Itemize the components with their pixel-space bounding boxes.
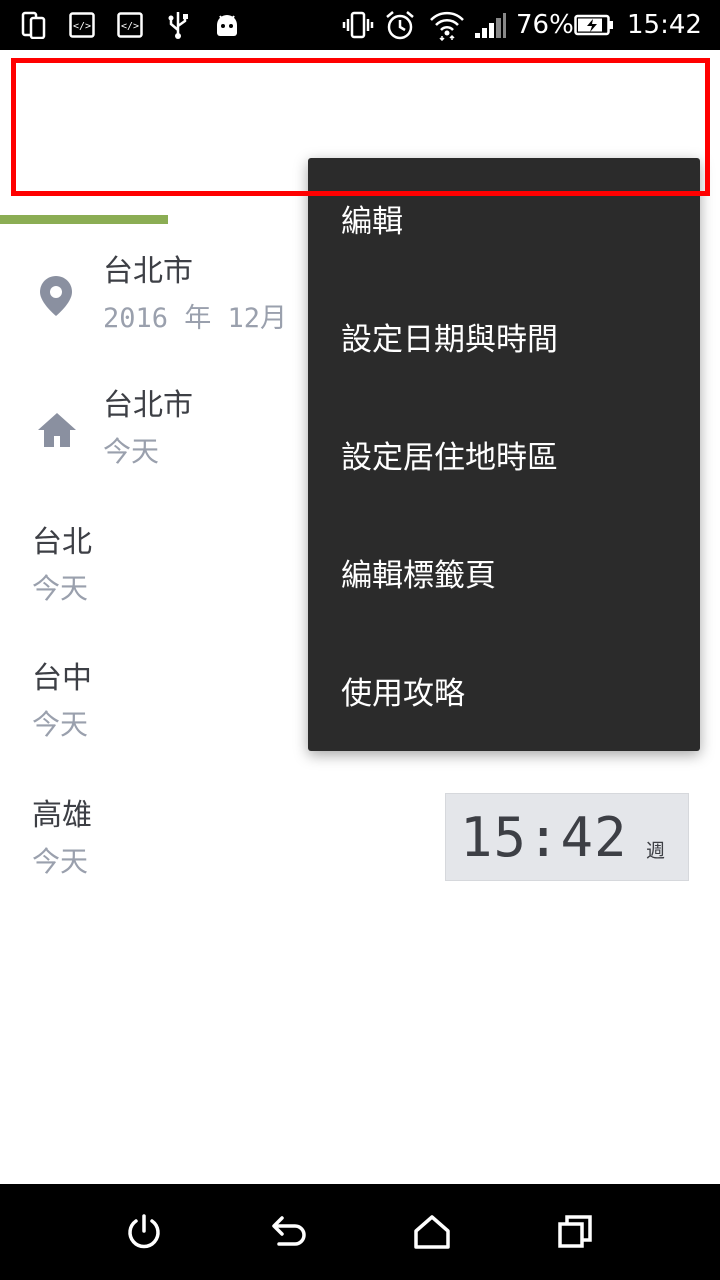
- city-name: 台北市: [103, 388, 193, 423]
- svg-text:</>: </>: [121, 21, 139, 32]
- city-name: 台中: [32, 661, 92, 696]
- date-text: 今天: [32, 572, 89, 605]
- status-bar: </> </> 76% 15:42: [0, 0, 720, 50]
- status-time: 15:42: [627, 10, 702, 40]
- menu-item-tips[interactable]: 使用攻略: [308, 630, 700, 748]
- city-name: 台北市: [103, 254, 193, 289]
- menu-item-set-home-timezone[interactable]: 設定居住地時區: [308, 394, 700, 512]
- city-name: 台北: [32, 525, 92, 560]
- date-text: 今天: [32, 845, 89, 878]
- location-pin-icon: [36, 274, 76, 318]
- date-text: 今天: [32, 708, 89, 741]
- clock-time: 15:42: [460, 806, 628, 869]
- navigation-bar: [0, 1184, 720, 1280]
- back-icon[interactable]: [270, 1212, 310, 1252]
- menu-item-label: 設定日期與時間: [341, 322, 558, 358]
- developer-code-icon: </>: [68, 9, 96, 41]
- home-icon: [36, 410, 76, 454]
- menu-item-label: 設定居住地時區: [341, 440, 558, 476]
- home-nav-icon[interactable]: [412, 1212, 452, 1252]
- tab-indicator: [0, 215, 168, 224]
- battery-charging-icon: [574, 9, 614, 41]
- date-text: 今天: [103, 435, 160, 468]
- battery-percent: 76%: [516, 10, 574, 40]
- city-name: 高雄: [32, 798, 92, 833]
- developer-code-icon: </>: [116, 9, 144, 41]
- usb-icon: [164, 9, 192, 41]
- clock-card[interactable]: 15:42 週: [445, 793, 689, 881]
- date-text: 2016 年 12月: [103, 303, 288, 334]
- power-icon[interactable]: [124, 1212, 164, 1252]
- overflow-menu: 編輯 設定日期與時間 設定居住地時區 編輯標籤頁 使用攻略: [308, 158, 700, 751]
- recents-icon[interactable]: [556, 1212, 596, 1252]
- phone-copy-icon: [20, 9, 48, 41]
- vibrate-icon: [342, 9, 374, 41]
- day-of-week: 週: [646, 840, 666, 862]
- svg-text:</>: </>: [73, 21, 91, 32]
- menu-item-label: 使用攻略: [341, 676, 465, 712]
- android-icon: [212, 9, 242, 41]
- menu-item-set-date-time[interactable]: 設定日期與時間: [308, 276, 700, 394]
- wifi-icon: [428, 9, 466, 41]
- menu-item-edit-tabs[interactable]: 編輯標籤頁: [308, 512, 700, 630]
- menu-item-label: 編輯標籤頁: [341, 558, 496, 594]
- signal-icon: [472, 9, 508, 41]
- menu-item-label: 編輯: [341, 204, 403, 240]
- alarm-icon: [384, 9, 416, 41]
- menu-item-edit[interactable]: 編輯: [308, 158, 700, 276]
